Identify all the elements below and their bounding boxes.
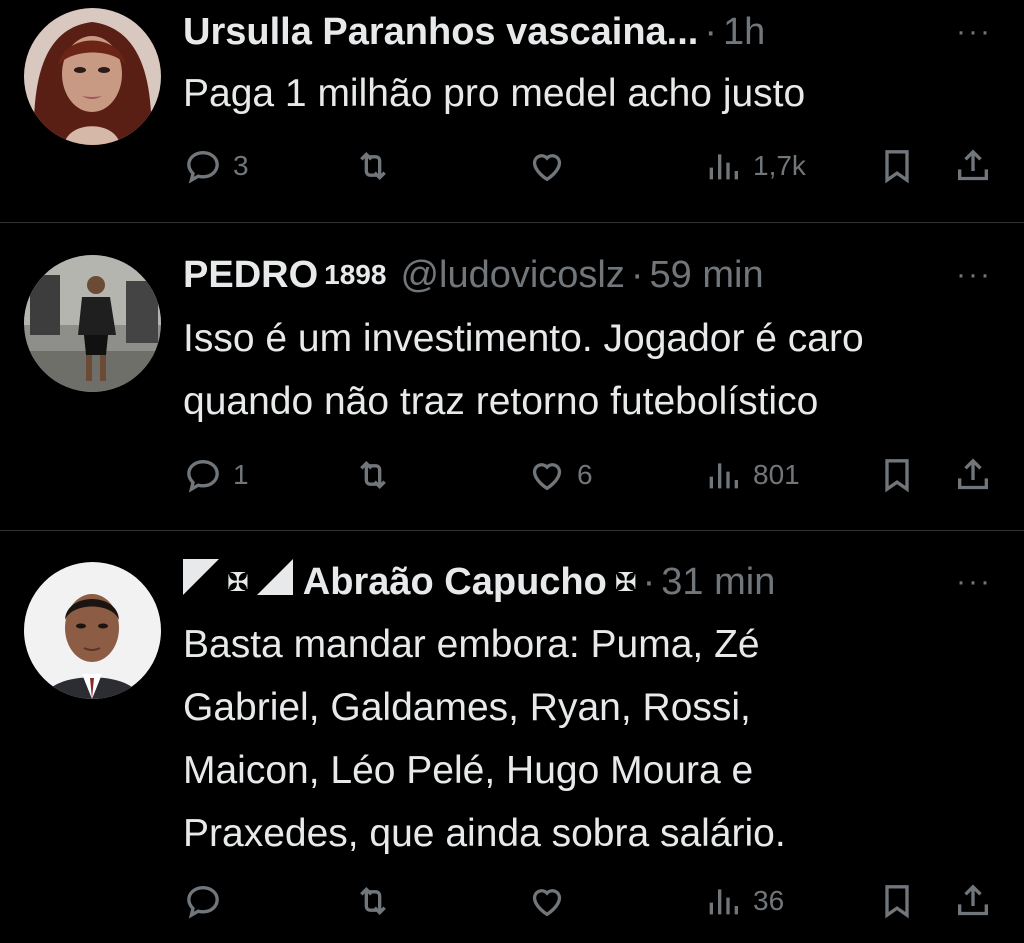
like-icon — [532, 889, 562, 917]
action-bar: 3 1,7k — [183, 141, 1004, 191]
tweet-text: Isso é um investimento. Jogador é caro q… — [183, 317, 864, 423]
like-button[interactable] — [527, 876, 577, 926]
tweet-header: Ursulla Paranhos vascaina... · 1h — [183, 4, 944, 60]
bookmark-icon — [885, 150, 909, 184]
tweet-text: Paga 1 milhão pro medel acho justo — [183, 72, 806, 115]
separator-dot: · — [630, 253, 644, 296]
bookmark-icon — [885, 885, 909, 919]
views-button[interactable]: 36 — [703, 876, 784, 926]
cross-icon: ✠ — [614, 566, 637, 597]
share-icon — [958, 149, 988, 181]
flag-left-icon — [183, 557, 223, 607]
more-icon[interactable]: ··· — [952, 560, 996, 604]
author-name[interactable]: Abraão Capucho — [303, 561, 607, 604]
views-button[interactable]: 801 — [703, 450, 800, 500]
views-icon — [709, 463, 738, 489]
separator-dot: · — [642, 560, 656, 603]
views-icon — [709, 889, 738, 915]
action-bar: 1 6 801 — [183, 450, 1004, 500]
cross-icon: ✠ — [227, 566, 249, 597]
views-button[interactable]: 1,7k — [703, 141, 806, 191]
like-button[interactable] — [527, 141, 577, 191]
bookmark-button[interactable] — [877, 876, 917, 926]
author-handle[interactable]: @ludovicoslz — [400, 254, 624, 297]
tweet-text: Basta mandar embora: Puma, Zé Gabriel, G… — [183, 623, 786, 855]
like-icon — [532, 463, 562, 491]
separator-dot: · — [704, 10, 718, 53]
more-icon[interactable]: ··· — [952, 253, 996, 297]
tweet-header: ✠ Abraão Capucho ✠ · 31 min — [183, 554, 944, 610]
author-name[interactable]: PEDRO — [183, 254, 318, 297]
views-count: 801 — [753, 459, 800, 490]
flag-right-icon — [253, 557, 293, 607]
tweet-time[interactable]: 59 min — [650, 254, 764, 297]
reply-count: 3 — [233, 150, 249, 181]
bookmark-icon — [885, 459, 909, 493]
retweet-button[interactable] — [353, 141, 403, 191]
reply-icon — [187, 885, 219, 919]
views-icon — [709, 154, 738, 180]
reply-button[interactable] — [183, 876, 233, 926]
reply-button[interactable]: 1 — [183, 450, 249, 500]
views-count: 36 — [753, 885, 785, 916]
like-icon — [532, 154, 562, 182]
tweet[interactable]: ✠ Abraão Capucho ✠ · 31 min ··· Basta ma… — [0, 531, 1024, 943]
reply-count: 1 — [233, 459, 249, 490]
tweet-time[interactable]: 31 min — [661, 561, 775, 604]
author-name-suffix: 1898 — [324, 259, 387, 290]
bookmark-button[interactable] — [877, 141, 917, 191]
like-button[interactable]: 6 — [527, 450, 593, 500]
tweet[interactable]: PEDRO 1898 @ludovicoslz · 59 min ··· Iss… — [0, 223, 1024, 531]
reply-icon — [187, 150, 219, 184]
reply-button[interactable]: 3 — [183, 141, 249, 191]
share-button[interactable] — [953, 141, 993, 191]
avatar[interactable] — [24, 562, 161, 699]
action-bar: 36 — [183, 876, 1004, 926]
avatar[interactable] — [24, 8, 161, 145]
avatar[interactable] — [24, 255, 161, 392]
tweet-time[interactable]: 1h — [723, 11, 765, 54]
retweet-icon — [360, 460, 386, 490]
bookmark-button[interactable] — [877, 450, 917, 500]
like-count: 6 — [577, 459, 593, 490]
retweet-button[interactable] — [353, 450, 403, 500]
share-icon — [958, 458, 988, 490]
tweet[interactable]: Ursulla Paranhos vascaina... · 1h ··· Pa… — [0, 0, 1024, 223]
share-icon — [958, 884, 988, 916]
author-name[interactable]: Ursulla Paranhos vascaina... — [183, 11, 698, 54]
retweet-icon — [360, 151, 386, 181]
retweet-button[interactable] — [353, 876, 403, 926]
share-button[interactable] — [953, 450, 993, 500]
retweet-icon — [360, 886, 386, 916]
tweet-header: PEDRO 1898 @ludovicoslz · 59 min — [183, 247, 944, 303]
share-button[interactable] — [953, 876, 993, 926]
views-count: 1,7k — [753, 150, 806, 181]
more-icon[interactable]: ··· — [952, 10, 996, 54]
reply-icon — [187, 459, 219, 493]
